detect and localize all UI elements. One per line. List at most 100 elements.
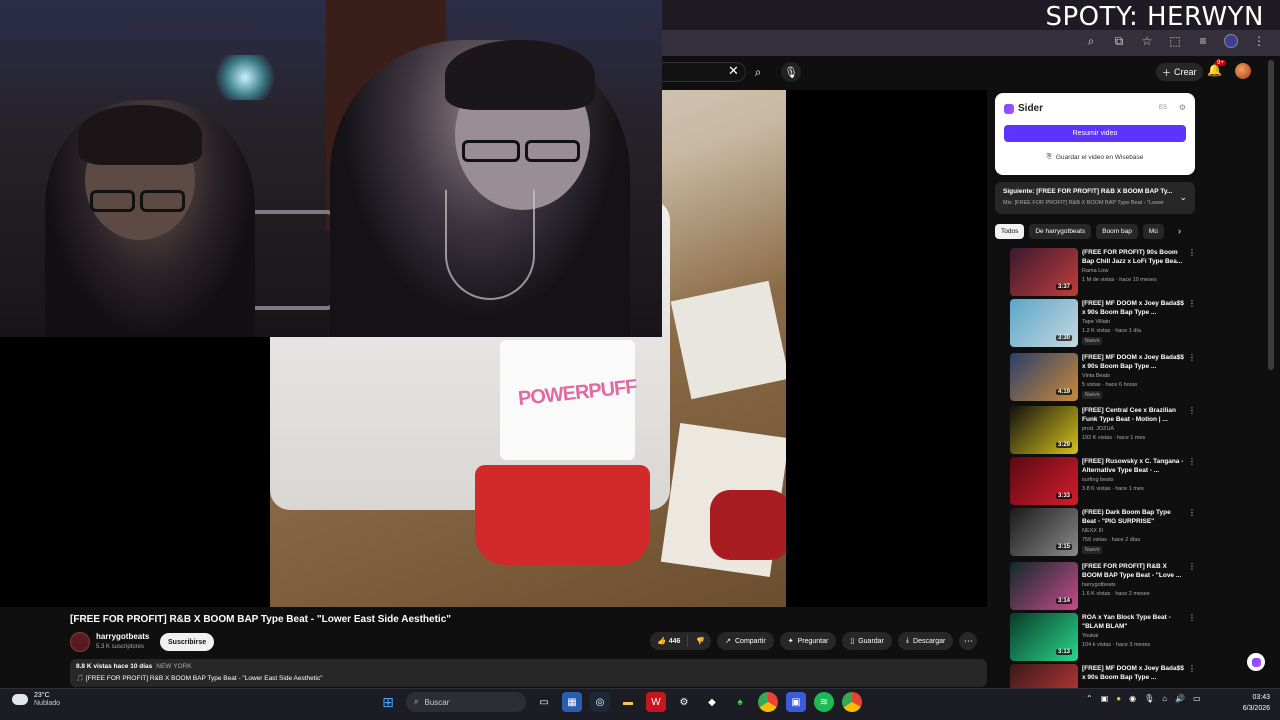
chrome-icon[interactable] (758, 692, 778, 712)
more-icon[interactable]: ⋮ (1188, 508, 1196, 517)
up-next-mix[interactable]: Siguiente: [FREE FOR PROFIT] R&B X BOOM … (995, 182, 1195, 214)
zoom-icon[interactable]: ⌕ (1084, 34, 1098, 48)
channel-name[interactable]: Rama Low (1082, 268, 1108, 274)
share-button[interactable]: ↗ Compartir (717, 632, 774, 650)
like-button[interactable]: 👍 446 (650, 632, 687, 650)
ask-button[interactable]: ✦ Preguntar (779, 632, 837, 650)
settings-icon[interactable]: ⚙ (1179, 103, 1186, 112)
app-leaf-icon[interactable]: ♠ (730, 692, 750, 712)
video-title[interactable]: [FREE] MF DOOM x Joey Bada$$ x 90s Boom … (1082, 664, 1186, 682)
app-red-icon[interactable]: W (646, 692, 666, 712)
sider-language[interactable]: ES (1159, 105, 1167, 111)
create-button[interactable]: ＋ Crear (1156, 63, 1203, 81)
list-item[interactable]: 4:19 [FREE] MF DOOM x Joey Bada$$ x 90s … (1010, 353, 1200, 403)
channel-name[interactable]: NEXX III (1082, 528, 1103, 534)
network-icon[interactable]: ⌂ (1162, 694, 1167, 703)
more-icon[interactable]: ⋮ (1188, 457, 1196, 466)
taskbar-search[interactable]: ⌕ Buscar (406, 692, 526, 712)
video-thumbnail[interactable] (1010, 664, 1078, 688)
dislike-button[interactable]: 👎 (688, 632, 711, 650)
mic-icon[interactable]: 🎙 (781, 62, 801, 82)
list-item[interactable]: 3:13 ROA x Yan Block Type Beat - "BLAM B… (1010, 613, 1200, 663)
video-title[interactable]: ROA x Yan Block Type Beat - "BLAM BLAM" (1082, 613, 1186, 631)
chevron-up-icon[interactable]: ⌃ (1086, 694, 1093, 703)
store-icon[interactable]: ▦ (562, 692, 582, 712)
spotify-icon[interactable]: ≋ (814, 692, 834, 712)
mic-icon[interactable]: 🎙 (1144, 694, 1154, 703)
list-item[interactable]: 3:29 [FREE] Central Cee x Brazilian Funk… (1010, 406, 1200, 456)
channel-name[interactable]: Tape Villain (1082, 319, 1110, 325)
task-view-icon[interactable]: ▭ (534, 692, 554, 712)
more-icon[interactable]: ⋮ (1188, 353, 1196, 362)
list-item[interactable]: 3:37 (FREE FOR PROFIT) 90s Boom Bap Chil… (1010, 248, 1200, 298)
media-icon[interactable]: ≡ (1196, 34, 1210, 48)
account-avatar[interactable] (1235, 63, 1251, 79)
app-blue-icon[interactable]: ▣ (786, 692, 806, 712)
page-scrollbar[interactable] (1268, 60, 1274, 370)
video-title[interactable]: [FREE] Central Cee x Brazilian Funk Type… (1082, 406, 1186, 424)
taskbar-clock[interactable]: 03:43 6/3/2026 (1243, 692, 1270, 714)
windows-start-icon[interactable]: ⊞ (378, 692, 398, 712)
description-box[interactable] (70, 659, 987, 687)
chevron-down-icon[interactable]: ⌄ (1179, 192, 1187, 203)
app-gear-icon[interactable]: ⚙ (674, 692, 694, 712)
channel-name[interactable]: Youkai (1082, 633, 1098, 639)
file-explorer-icon[interactable]: ▬ (618, 692, 638, 712)
more-icon[interactable]: ⋮ (1188, 299, 1196, 308)
chip-boom-bap[interactable]: Boom bap (1096, 224, 1138, 239)
menu-icon[interactable]: ⋮ (1252, 34, 1266, 48)
list-item[interactable]: 3:14 [FREE FOR PROFIT] R&B X BOOM BAP Ty… (1010, 562, 1200, 612)
channel-name[interactable]: surfing beats (1082, 477, 1114, 483)
channel-name[interactable]: harrygotbeats (96, 632, 149, 641)
weather-widget[interactable]: 23°C Nublado (12, 691, 60, 707)
cast-icon[interactable]: ⧉ (1112, 34, 1126, 48)
clear-search-icon[interactable]: ✕ (728, 63, 739, 79)
more-icon[interactable]: ⋮ (1188, 664, 1196, 673)
steam-icon[interactable]: ◎ (590, 692, 610, 712)
more-icon[interactable]: ⋮ (1188, 613, 1196, 622)
chrome-2-icon[interactable] (842, 692, 862, 712)
video-title[interactable]: [FREE] MF DOOM x Joey Bada$$ x 90s Boom … (1082, 353, 1186, 371)
tray-app-icon[interactable]: ● (1116, 694, 1121, 703)
more-icon[interactable]: ⋮ (1188, 406, 1196, 415)
save-to-wisebase-button[interactable]: ⎘ Guardar el video en Wisebase (1004, 149, 1186, 165)
save-button[interactable]: ▯ Guardar (842, 632, 892, 650)
profile-avatar[interactable] (1224, 34, 1238, 48)
new-badge: Nuevo (1082, 337, 1103, 345)
location-tag[interactable]: NEW YORK (156, 663, 191, 670)
save-icon: ⎘ (1046, 153, 1052, 160)
list-item[interactable]: 3:15 (FREE) Dark Boom Bap Type Beat - "P… (1010, 508, 1200, 558)
volume-icon[interactable]: 🔊 (1175, 694, 1185, 703)
tray-app-icon[interactable]: ◉ (1129, 694, 1136, 703)
channel-avatar[interactable] (70, 632, 90, 652)
channel-name[interactable]: Vinta Beats (1082, 373, 1110, 379)
chip-from-channel[interactable]: De harrygotbeats (1029, 224, 1092, 239)
sider-floating-button[interactable] (1247, 653, 1265, 671)
channel-name[interactable]: prod. JOZUA (1082, 426, 1114, 432)
channel-name[interactable]: harrygotbeats (1082, 582, 1116, 588)
list-item[interactable]: [FREE] MF DOOM x Joey Bada$$ x 90s Boom … (1010, 664, 1200, 688)
video-title[interactable]: (FREE FOR PROFIT) 90s Boom Bap Chill Jaz… (1082, 248, 1186, 266)
tray-app-icon[interactable]: ▣ (1101, 694, 1109, 703)
subscribe-button[interactable]: Suscribirse (160, 633, 215, 651)
video-title[interactable]: [FREE FOR PROFIT] R&B X BOOM BAP Type Be… (1082, 562, 1186, 580)
chip-music[interactable]: Mú (1142, 224, 1164, 239)
list-item[interactable]: 3:30 [FREE] MF DOOM x Joey Bada$$ x 90s … (1010, 299, 1200, 349)
summarize-video-button[interactable]: Resumir video (1004, 125, 1186, 142)
sider-brand: Sider (1018, 103, 1044, 114)
chevron-right-icon[interactable]: › (1178, 226, 1181, 236)
video-title[interactable]: (FREE) Dark Boom Bap Type Beat - "PIG SU… (1082, 508, 1186, 526)
more-actions-icon[interactable]: ⋯ (959, 632, 978, 650)
extensions-icon[interactable]: ⬚ (1168, 34, 1182, 48)
more-icon[interactable]: ⋮ (1188, 562, 1196, 571)
app-square-icon[interactable]: ◆ (702, 692, 722, 712)
download-button[interactable]: ⤓ Descargar (897, 632, 954, 650)
battery-icon[interactable]: ▭ (1193, 694, 1201, 703)
chip-all[interactable]: Todos (995, 224, 1025, 239)
video-title[interactable]: [FREE] Rusowsky x C. Tangana - Alternati… (1082, 457, 1186, 475)
bookmark-star-icon[interactable]: ☆ (1140, 34, 1154, 48)
list-item[interactable]: 3:33 [FREE] Rusowsky x C. Tangana - Alte… (1010, 457, 1200, 507)
search-icon[interactable]: ⌕ (748, 62, 768, 82)
more-icon[interactable]: ⋮ (1188, 248, 1196, 257)
video-title[interactable]: [FREE] MF DOOM x Joey Bada$$ x 90s Boom … (1082, 299, 1186, 317)
